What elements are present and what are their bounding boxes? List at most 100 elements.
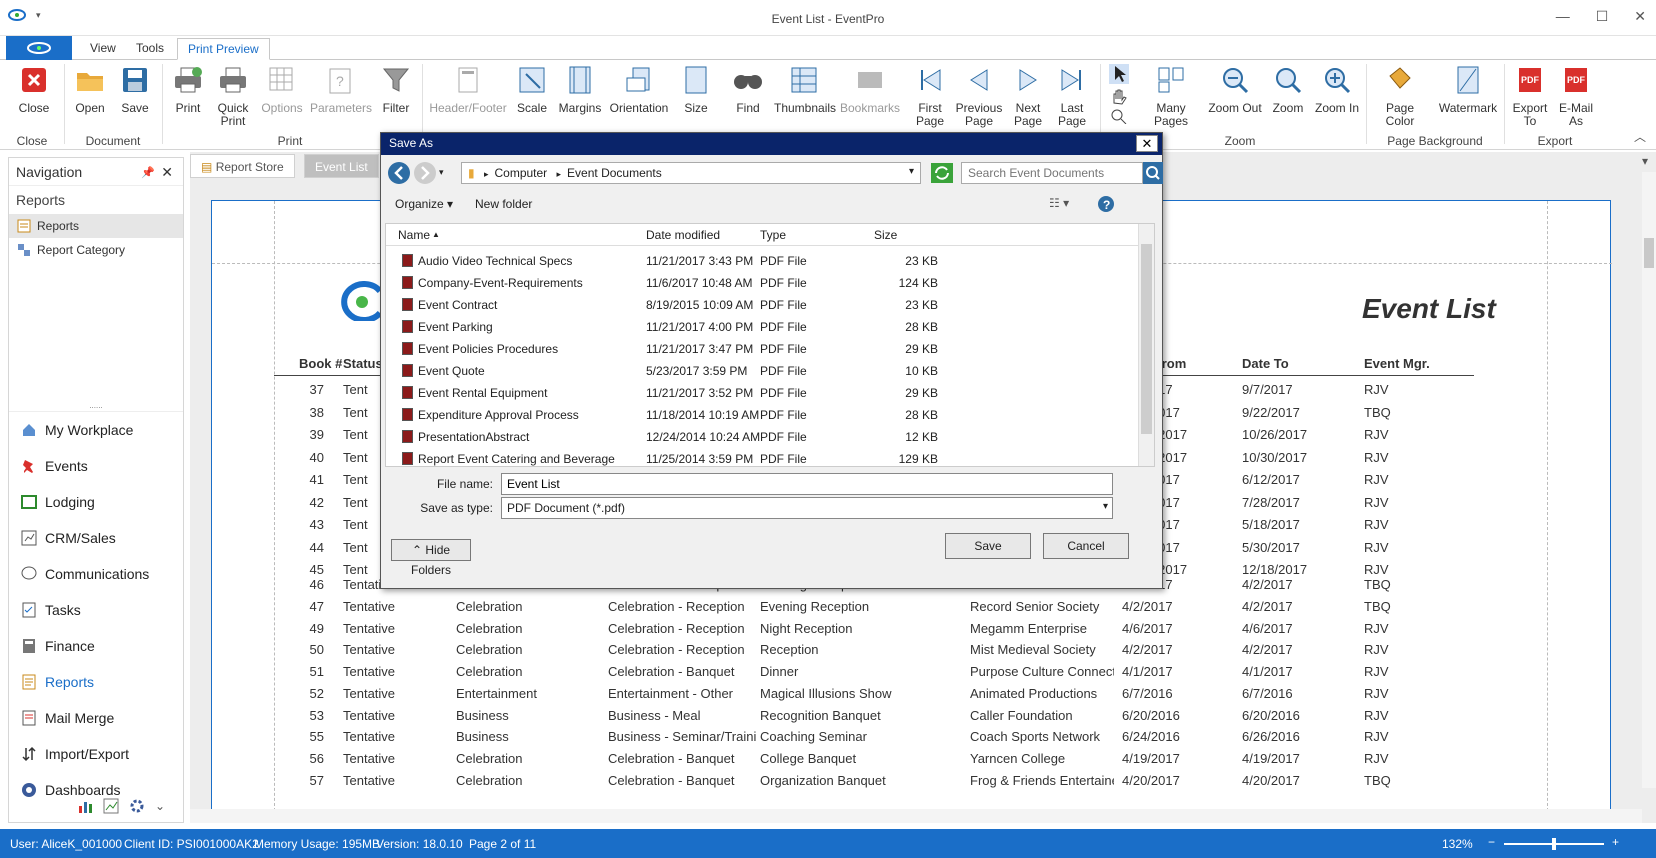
cancel-button[interactable]: Cancel <box>1043 533 1129 559</box>
file-row[interactable]: Event Quote 5/23/2017 3:59 PM PDF File 10 K… <box>386 360 1154 382</box>
search-input[interactable] <box>961 162 1143 184</box>
tab-report-store[interactable]: ▤ Report Store <box>190 154 295 178</box>
file-row[interactable]: Company-Event-Requirements 11/6/2017 10:4… <box>386 272 1154 294</box>
module-mail-merge[interactable]: Mail Merge <box>9 700 183 736</box>
vertical-scrollbar[interactable] <box>1642 172 1656 788</box>
file-row[interactable]: Report Event Catering and Beverage 11/25/… <box>386 448 1154 470</box>
open-button[interactable]: Open <box>70 64 110 115</box>
tab-view[interactable]: View <box>80 38 126 60</box>
filter-button[interactable]: Filter <box>376 64 416 115</box>
zoom-slider[interactable] <box>1504 838 1604 850</box>
nav-item-report-category[interactable]: Report Category <box>9 238 183 262</box>
tab-print-preview[interactable]: Print Preview <box>177 38 270 60</box>
pointer-tools[interactable] <box>1104 64 1134 127</box>
type-dropdown-icon[interactable]: ▾ <box>1103 501 1108 512</box>
orientation-button[interactable]: Orientation <box>608 64 670 115</box>
save-button[interactable]: Save <box>115 64 155 115</box>
save-as-type-select[interactable]: PDF Document (*.pdf) ▾ <box>501 497 1113 519</box>
forward-icon[interactable] <box>413 161 437 185</box>
view-options-icon[interactable]: ☷ ▾ <box>1049 196 1069 210</box>
module-crm-sales[interactable]: CRM/Sales <box>9 520 183 556</box>
next-page-button[interactable]: Next Page <box>1008 64 1048 128</box>
zoom-button[interactable]: Zoom <box>1268 64 1308 115</box>
minimize-icon[interactable]: — <box>1556 8 1570 25</box>
bookmarks-button[interactable]: Bookmarks <box>840 64 900 115</box>
tab-list-dropdown-icon[interactable]: ▾ <box>1642 154 1648 168</box>
module-my-workplace[interactable]: My Workplace <box>9 412 183 448</box>
size-button[interactable]: Size <box>676 64 716 115</box>
module-import-export[interactable]: Import/Export <box>9 736 183 772</box>
email-as-button[interactable]: PDF E-Mail As <box>1556 64 1596 128</box>
save-dialog-button[interactable]: Save <box>945 533 1031 559</box>
thumbnails-button[interactable]: Thumbnails <box>774 64 836 115</box>
new-folder-button[interactable]: New folder <box>475 197 532 211</box>
file-row[interactable]: Event Policies Procedures 11/21/2017 3:47… <box>386 338 1154 360</box>
zoom-in-button[interactable]: Zoom In <box>1315 64 1359 115</box>
file-row[interactable]: Event Parking 11/21/2017 4:00 PM PDF File 2… <box>386 316 1154 338</box>
module-finance[interactable]: Finance <box>9 628 183 664</box>
col-type[interactable]: Type <box>760 228 786 242</box>
zoom-plus-icon[interactable]: + <box>1612 835 1619 849</box>
page-color-button[interactable]: Page Color <box>1372 64 1428 128</box>
quick-print-button[interactable]: Quick Print <box>213 64 253 128</box>
col-name[interactable]: Name <box>398 228 430 242</box>
file-row[interactable]: Audio Video Technical Specs 11/21/2017 3:… <box>386 250 1154 272</box>
module-communications[interactable]: Communications <box>9 556 183 592</box>
maximize-icon[interactable]: ☐ <box>1596 8 1609 25</box>
tab-tools[interactable]: Tools <box>126 38 174 60</box>
collapse-ribbon-icon[interactable]: ︿ <box>1634 128 1646 145</box>
help-icon[interactable]: ? <box>1097 195 1115 213</box>
search-icon[interactable] <box>1143 162 1163 184</box>
line-chart-icon[interactable] <box>103 798 119 814</box>
hand-tool-icon[interactable] <box>1109 87 1129 105</box>
chevron-down-icon[interactable]: ⌄ <box>155 799 165 813</box>
find-button[interactable]: Find <box>728 64 768 115</box>
margins-button[interactable]: Margins <box>558 64 602 115</box>
gear-icon[interactable] <box>129 798 145 814</box>
last-page-button[interactable]: Last Page <box>1052 64 1092 128</box>
back-icon[interactable] <box>387 161 411 185</box>
address-dropdown-icon[interactable]: ▾ <box>909 166 914 177</box>
file-row[interactable]: Expenditure Approval Process 11/18/2014 1… <box>386 404 1154 426</box>
col-date-modified[interactable]: Date modified <box>646 228 720 242</box>
horizontal-scrollbar[interactable] <box>190 809 1642 823</box>
header-footer-button[interactable]: Header/Footer <box>428 64 508 115</box>
print-button[interactable]: Print <box>168 64 208 115</box>
file-name-input[interactable] <box>501 473 1113 495</box>
bar-chart-icon[interactable] <box>77 798 93 814</box>
hide-folders-button[interactable]: ⌃ Hide Folders <box>391 539 471 577</box>
module-events[interactable]: Events <box>9 448 183 484</box>
scale-button[interactable]: Scale <box>512 64 552 115</box>
file-menu-button[interactable] <box>6 36 72 60</box>
zoom-minus-icon[interactable]: − <box>1488 835 1495 849</box>
history-dropdown-icon[interactable]: ▾ <box>439 167 444 178</box>
first-page-button[interactable]: First Page <box>910 64 950 128</box>
path-computer[interactable]: Computer <box>494 166 547 180</box>
nav-item-reports[interactable]: Reports <box>9 214 183 238</box>
zoom-out-button[interactable]: Zoom Out <box>1208 64 1262 115</box>
previous-page-button[interactable]: Previous Page <box>955 64 1003 128</box>
organize-menu[interactable]: Organize ▾ <box>395 197 453 211</box>
file-row[interactable]: Event Contract 8/19/2015 10:09 AM PDF File… <box>386 294 1154 316</box>
tab-event-list[interactable]: Event List <box>304 154 379 178</box>
path-event-documents[interactable]: Event Documents <box>567 166 662 180</box>
close-pane-icon[interactable]: ✕ <box>161 164 173 181</box>
pin-icon[interactable]: 📌 <box>141 166 155 179</box>
pointer-icon[interactable] <box>1109 64 1129 84</box>
export-to-button[interactable]: PDF Export To <box>1510 64 1550 128</box>
col-size[interactable]: Size <box>874 228 897 242</box>
file-list-scrollbar[interactable] <box>1138 224 1154 466</box>
dialog-close-button[interactable]: ✕ <box>1136 135 1158 152</box>
file-row[interactable]: Event Rental Equipment 11/21/2017 3:52 PM… <box>386 382 1154 404</box>
close-window-icon[interactable]: ✕ <box>1634 8 1646 25</box>
many-pages-button[interactable]: Many Pages <box>1140 64 1202 128</box>
module-tasks[interactable]: Tasks <box>9 592 183 628</box>
file-row[interactable]: PresentationAbstract 12/24/2014 10:24 AM P… <box>386 426 1154 448</box>
parameters-button[interactable]: ? Parameters <box>310 64 372 115</box>
refresh-icon[interactable] <box>931 163 953 183</box>
splitter-handle[interactable]: ...... <box>9 402 183 412</box>
options-button[interactable]: Options <box>260 64 304 115</box>
watermark-button[interactable]: Watermark <box>1438 64 1498 115</box>
address-bar[interactable]: ▮ ▸ Computer ▸ Event Documents ▾ <box>461 162 921 184</box>
magnifier-tool-icon[interactable] <box>1110 108 1128 125</box>
